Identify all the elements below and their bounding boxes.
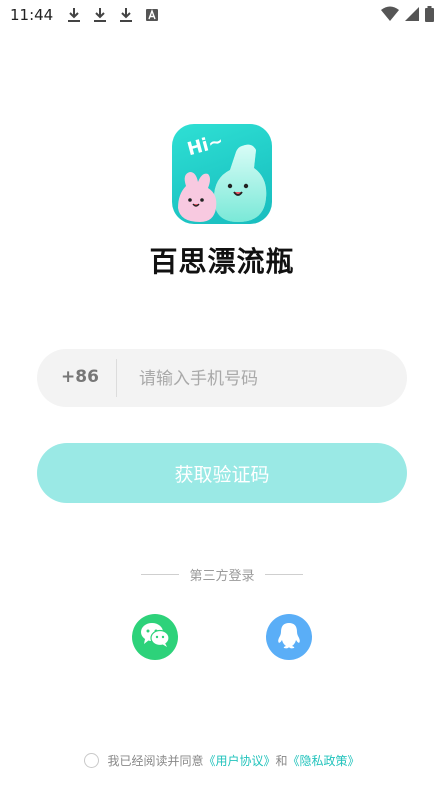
download-icon [66, 6, 82, 24]
phone-number-input[interactable] [137, 357, 396, 401]
agreement-checkbox[interactable] [84, 752, 100, 768]
country-code[interactable]: +86 [61, 367, 99, 387]
divider-line [264, 573, 303, 575]
wifi-icon [381, 6, 399, 26]
notification-icons [66, 6, 160, 24]
wechat-icon [140, 622, 170, 652]
wechat-login-button[interactable] [132, 614, 178, 660]
get-code-button[interactable]: 获取验证码 [37, 443, 407, 503]
download-icon [92, 6, 108, 24]
third-party-label: 第三方登录 [189, 568, 255, 584]
system-icons [381, 6, 434, 26]
status-time: 11:44 [10, 6, 54, 24]
privacy-policy-link[interactable]: 《隐私政策》 [288, 752, 360, 769]
status-bar: 11:44 [0, 0, 444, 30]
agreement-conj: 和 [275, 753, 288, 768]
logo-text: Hi~ [185, 131, 226, 161]
agreement-prefix: 我已经阅读并同意 [107, 753, 204, 768]
download-icon [118, 6, 134, 24]
app-logo-icon: Hi~ [172, 124, 272, 224]
third-party-login-header: 第三方登录 [0, 564, 444, 584]
agreement-row: 我已经阅读并同意 《用户协议》 和 《隐私政策》 [0, 750, 444, 770]
a-icon [144, 6, 160, 24]
app-name: 百思漂流瓶 [149, 245, 295, 278]
divider [116, 359, 117, 397]
qq-login-button[interactable] [266, 614, 312, 660]
phone-input-box: +86 [37, 349, 407, 407]
battery-icon [425, 6, 434, 26]
qq-icon [276, 621, 302, 653]
user-agreement-link[interactable]: 《用户协议》 [203, 752, 275, 769]
divider-line [141, 573, 180, 575]
signal-icon [405, 6, 419, 26]
